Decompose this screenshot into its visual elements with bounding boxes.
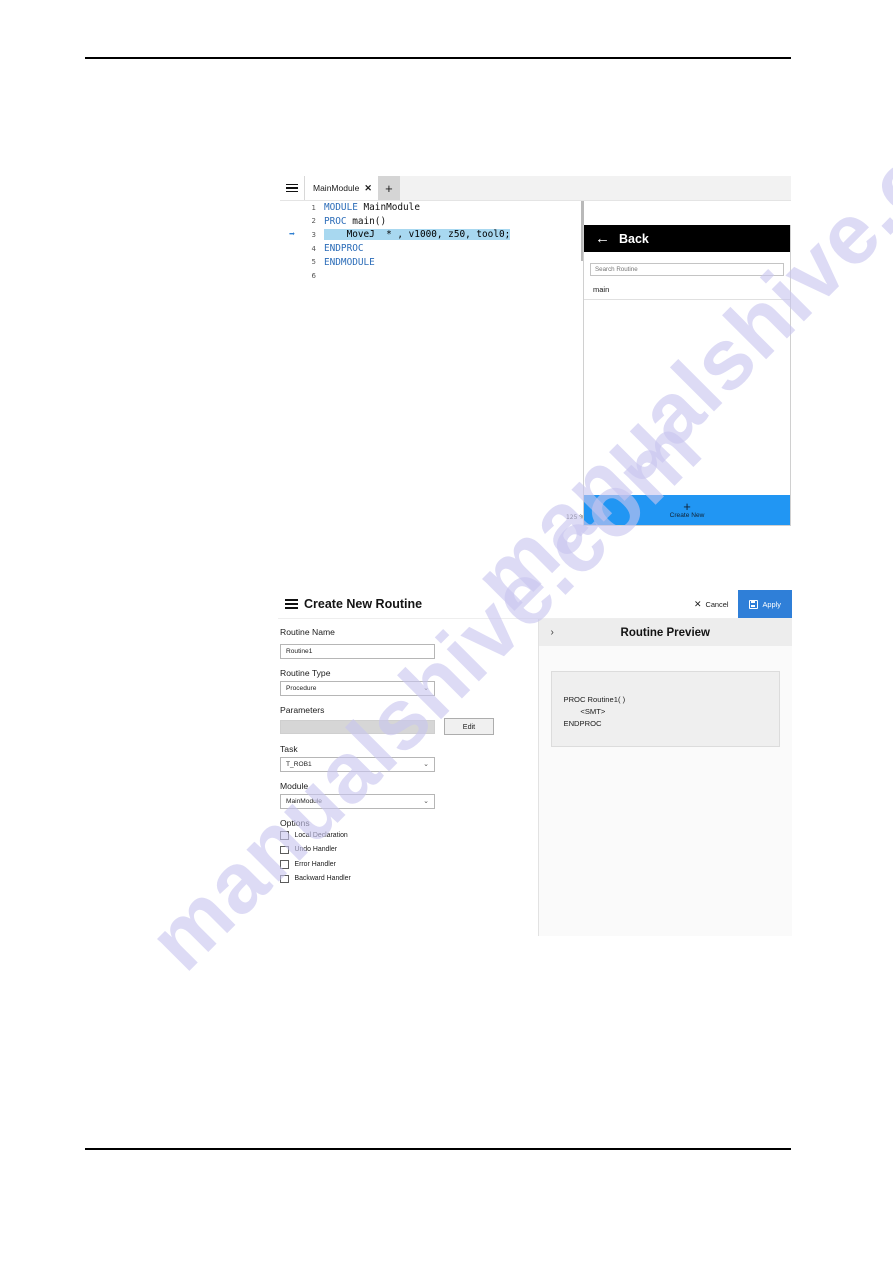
checkbox-icon[interactable] [280,874,289,883]
field-module: Module MainModule ⌄ [280,781,538,809]
field-parameters: Parameters Edit [280,705,538,735]
hamburger-icon[interactable] [278,598,304,610]
checkbox-icon[interactable] [280,831,289,840]
option-row[interactable]: Local Declaration [280,831,538,840]
preview-header: › Routine Preview [538,619,792,646]
routine-name-input[interactable] [280,644,435,659]
options-list: Local Declaration Undo Handler Error Handl… [280,831,538,883]
page-footer-rule [85,1148,791,1150]
option-label: Backward Handler [294,875,351,883]
routine-flyout-panel: ← Back main + Create New [583,225,791,526]
line-number: 4 [311,244,316,253]
add-tab-button[interactable]: + [377,176,400,200]
chevron-right-icon[interactable]: › [551,627,554,638]
preview-title: Routine Preview [620,626,710,639]
parameters-field [280,719,435,734]
dialog-header: Create New Routine ✕ Cancel Apply [278,590,792,619]
hamburger-icon[interactable] [280,176,304,200]
field-task: Task T_ROB1 ⌄ [280,744,538,772]
routine-search-wrap [584,252,790,281]
create-new-routine-dialog: Create New Routine ✕ Cancel Apply Routin… [278,590,792,936]
dialog-title: Create New Routine [304,597,423,611]
chevron-down-icon: ⌄ [423,685,429,692]
field-routine-name: Routine Name [280,627,538,659]
back-button-label[interactable]: Back [619,232,649,246]
line-number: 5 [311,258,316,267]
chevron-down-icon: ⌄ [423,798,429,805]
line-number: 2 [311,217,316,226]
apply-label: Apply [762,599,782,609]
chevron-down-icon: ⌄ [423,761,429,768]
line-number: 6 [311,271,316,280]
close-icon[interactable]: ✕ [364,183,372,194]
routine-type-label: Routine Type [280,668,331,678]
dialog-form: Routine Name Routine Type Procedure ⌄ Pa… [278,619,538,936]
execution-pointer-icon: ➡ [288,228,296,240]
create-new-button[interactable]: + Create New [584,495,790,525]
checkbox-icon[interactable] [280,860,289,869]
line-number: 3 [311,230,316,239]
option-label: Local Declaration [294,831,348,839]
option-label: Undo Handler [294,846,338,854]
arrow-left-icon[interactable]: ← [595,231,610,246]
option-label: Error Handler [294,860,336,868]
option-row[interactable]: Error Handler [280,860,538,869]
apply-button[interactable]: Apply [737,590,792,618]
parameters-row: Edit [280,718,538,735]
cancel-button[interactable]: ✕ Cancel [685,590,738,618]
dialog-actions: ✕ Cancel Apply [685,590,792,618]
routine-type-select[interactable]: Procedure ⌄ [280,681,435,696]
parameters-label: Parameters [280,705,325,715]
edit-parameters-button[interactable]: Edit [444,718,494,735]
plus-icon: + [683,499,691,514]
routine-panel-header: ← Back [584,225,790,252]
routine-preview-panel: › Routine Preview PROC Routine1( ) <SMT>… [537,619,792,936]
save-icon [748,599,758,609]
field-routine-type: Routine Type Procedure ⌄ [280,668,538,696]
code-text: MODULE MainModule [324,202,420,214]
task-label: Task [280,744,298,754]
code-editor-area[interactable]: 1 MODULE MainModule 2 PROC main() ➡ 3 MoveJ *… [280,200,791,526]
routine-name-label: Routine Name [280,627,335,637]
search-routine-input[interactable] [590,263,784,276]
routine-list: main [584,281,790,495]
line-number: 1 [311,203,316,212]
list-item[interactable]: main [584,281,790,300]
option-row[interactable]: Backward Handler [280,874,538,883]
field-options: Options Local Declaration Undo Handler Err… [280,818,538,883]
tab-label: MainModule [313,183,360,193]
program-editor-figure: MainModule ✕ + 1 MODULE MainModule 2 PROC m… [280,176,791,526]
module-label: Module [280,781,309,791]
dialog-body: Routine Name Routine Type Procedure ⌄ Pa… [278,619,792,936]
code-line[interactable]: 1 MODULE MainModule [280,201,791,215]
preview-code: PROC Routine1( ) <SMT> ENDPROC [550,671,780,747]
checkbox-icon[interactable] [280,845,289,854]
task-value: T_ROB1 [286,761,312,768]
options-label: Options [280,818,310,828]
task-select[interactable]: T_ROB1 ⌄ [280,757,435,772]
tab-mainmodule[interactable]: MainModule ✕ [304,176,378,200]
close-icon: ✕ [693,598,702,609]
cancel-label: Cancel [705,599,729,609]
create-new-label: Create New [669,512,705,519]
editor-tab-bar: MainModule ✕ + [280,176,791,200]
module-select[interactable]: MainModule ⌄ [280,794,435,809]
module-value: MainModule [286,798,322,805]
page-header-rule [85,57,791,59]
option-row[interactable]: Undo Handler [280,845,538,854]
routine-type-value: Procedure [286,685,317,692]
